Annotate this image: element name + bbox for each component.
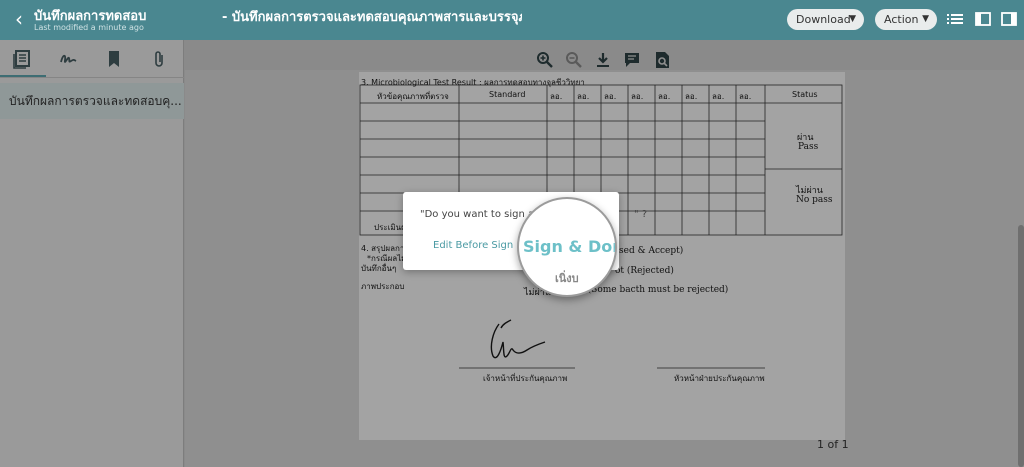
sign-and-done-button[interactable]: Sign & Done: [523, 237, 615, 256]
dialog-question-end: " ?: [634, 209, 648, 220]
action-button-label: Action: [884, 13, 919, 26]
magnifier-lens: Sign & Done เนิ่งบ: [517, 197, 617, 297]
status-nopass-en: No pass: [796, 195, 833, 205]
page-indicator: 1 of 1: [817, 438, 849, 451]
column-header-lot: ลอ.: [739, 92, 752, 101]
download-button[interactable]: Download ▼: [787, 9, 864, 30]
top-bar: ‹ บันทึกผลการทดสอบ Last modified a minut…: [0, 0, 1024, 40]
result-partial: n (Some bacth must be rejected): [579, 285, 729, 295]
comment-icon[interactable]: [623, 51, 641, 69]
sidebar-item-document[interactable]: บันทึกผลการตรวจและทดสอบคุ...: [0, 83, 184, 119]
caret-down-icon: ▼: [922, 14, 929, 24]
column-header-lot: ลอ.: [631, 92, 644, 101]
result-reject: ot (Rejected): [615, 266, 674, 276]
evaluation-label: ประเมินผ: [374, 223, 406, 232]
chevron-left-icon[interactable]: ‹: [9, 9, 29, 29]
note-line-3: ภาพประกอบ: [361, 282, 405, 291]
signature-label-qa-officer: เจ้าหน้าที่ประกันคุณภาพ: [483, 374, 568, 383]
active-tab-indicator: [0, 75, 46, 77]
page-title: - บันทึกผลการตรวจและทดสอบคุณภาพสารและบรร…: [222, 10, 522, 25]
dialog-question-text: "Do you want to sign all: [420, 209, 540, 220]
signature-label-qa-head: หัวหน้าฝ่ายประกันคุณภาพ: [674, 374, 765, 383]
vertical-scrollbar[interactable]: [1018, 225, 1024, 467]
download-button-label: Download: [796, 13, 851, 26]
signature-icon[interactable]: [58, 49, 78, 69]
last-modified: Last modified a minute ago: [34, 23, 144, 32]
zoom-in-icon[interactable]: [536, 51, 554, 69]
column-header-lot: ลอ.: [658, 92, 671, 101]
column-header-standard: Standard: [489, 90, 526, 99]
note-line-2: บันทึกอื่นๆ: [361, 264, 397, 273]
paperclip-icon[interactable]: [149, 49, 169, 69]
column-header-lot: ลอ.: [712, 92, 725, 101]
zoom-out-icon[interactable]: [565, 51, 583, 69]
column-header-lot: ลอ.: [604, 92, 617, 101]
column-header-item: หัวข้อคุณภาพที่ตรวจ: [377, 92, 449, 101]
download-icon[interactable]: [594, 51, 612, 69]
document-list-icon[interactable]: [13, 49, 33, 69]
column-header-lot: ลอ.: [685, 92, 698, 101]
magnified-text: เนิ่งบ: [555, 272, 579, 285]
list-view-icon[interactable]: [946, 10, 964, 28]
bookmark-icon[interactable]: [104, 49, 124, 69]
search-doc-icon[interactable]: [653, 51, 671, 69]
sidebar-tabs: [0, 40, 184, 78]
sidebar: บันทึกผลการตรวจและทดสอบคุ...: [0, 40, 184, 467]
caret-down-icon: ▼: [849, 14, 856, 24]
signature-lines: [459, 367, 765, 369]
action-button[interactable]: Action ▼: [875, 9, 937, 30]
signature-drawing: [490, 319, 546, 359]
column-header-lot: ลอ.: [550, 92, 563, 101]
result-accept: sed & Accept): [619, 246, 684, 256]
left-panel-icon[interactable]: [974, 10, 992, 28]
column-header-status: Status: [792, 90, 818, 99]
status-pass-en: Pass: [798, 142, 819, 152]
right-panel-icon[interactable]: [1000, 10, 1018, 28]
edit-before-sign-button[interactable]: Edit Before Sign: [433, 240, 513, 251]
column-header-lot: ลอ.: [577, 92, 590, 101]
